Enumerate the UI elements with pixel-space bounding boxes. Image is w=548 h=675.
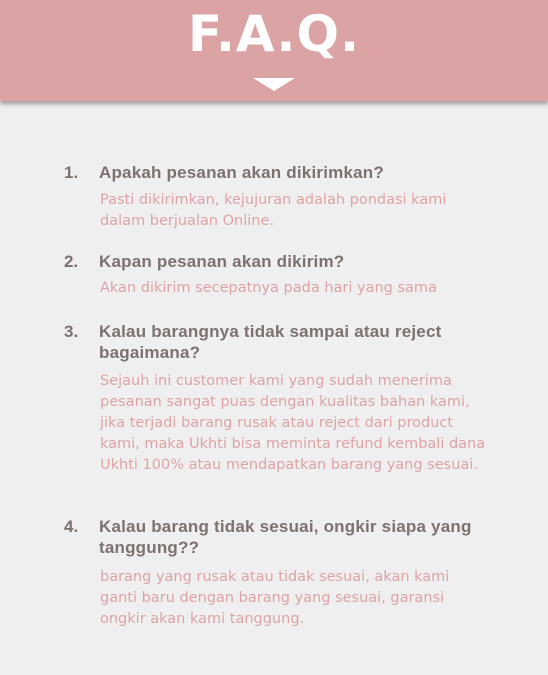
faq-number: 2.	[64, 252, 79, 271]
faq-question: Apakah pesanan akan dikirimkan?	[99, 163, 384, 182]
faq-answer: barang yang rusak atau tidak sesuai, aka…	[100, 569, 450, 627]
faq-header-banner: F.A.Q.	[0, 0, 548, 101]
page-title: F.A.Q.	[188, 5, 360, 63]
faq-question: Kalau barang tidak sesuai, ongkir siapa …	[99, 517, 472, 557]
faq-number: 4.	[64, 517, 79, 536]
faq-page: F.A.Q. 1. Apakah pesanan akan dikirimkan…	[0, 0, 548, 675]
faq-question: Kalau barangnya tidak sampai atau reject…	[99, 322, 442, 362]
faq-answer: Sejauh ini customer kami yang sudah mene…	[100, 373, 486, 473]
faq-answer: Pasti dikirimkan, kejujuran adalah ponda…	[100, 192, 447, 229]
faq-answer: Akan dikirim secepatnya pada hari yang s…	[100, 280, 437, 296]
faq-number: 1.	[64, 163, 79, 182]
faq-number: 3.	[64, 322, 79, 341]
faq-question: Kapan pesanan akan dikirim?	[99, 252, 345, 271]
down-arrow-icon	[253, 78, 295, 91]
